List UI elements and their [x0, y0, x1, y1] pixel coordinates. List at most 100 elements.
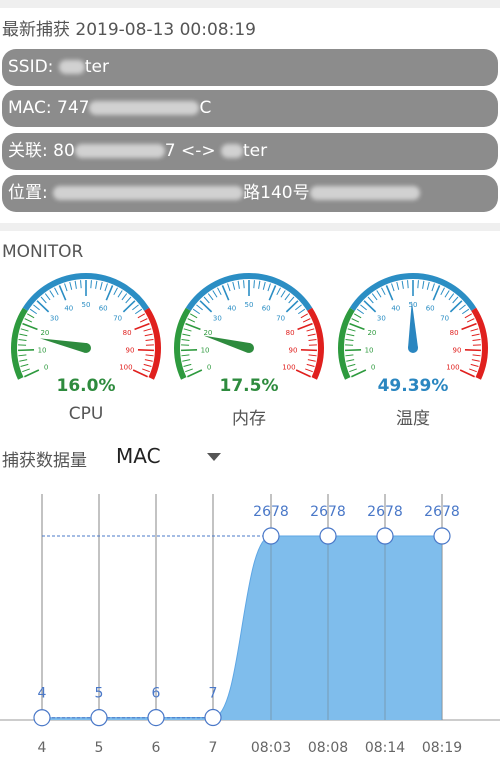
gauge-tick — [69, 281, 73, 290]
gauge-tick — [444, 290, 450, 298]
gauge-tick-label: 50 — [409, 301, 418, 309]
gauge-tick — [18, 338, 27, 341]
association-tail: ter — [243, 141, 268, 161]
gauge-tick — [345, 338, 354, 341]
gauge-tick — [432, 285, 441, 301]
gauge-tick — [407, 280, 409, 289]
chart-point — [90, 709, 108, 727]
gauge-tick — [367, 296, 374, 304]
gauge-tick-label: 60 — [99, 304, 108, 312]
chart-tick-label: 5 — [95, 740, 104, 756]
gauge-arc-band — [338, 307, 355, 380]
chart-point — [433, 527, 451, 545]
gauge-tick — [187, 318, 196, 323]
gauge-tick — [356, 308, 365, 315]
gauge-tick — [305, 368, 313, 373]
gauge-tick — [253, 280, 255, 289]
temperature-gauge-value: 49.39% — [377, 376, 449, 396]
gauge-tick-label: 90 — [289, 347, 298, 355]
gauge-arc-band — [307, 307, 324, 380]
gauge-tick-label: 70 — [113, 314, 122, 322]
chart-tick-label: 7 — [209, 740, 218, 756]
gauge-tick — [353, 313, 362, 319]
ssid-field[interactable]: SSID: ter — [2, 49, 498, 86]
gauge-tick — [145, 338, 154, 341]
gauge-tick — [461, 308, 470, 315]
gauge-tick — [33, 304, 40, 311]
gauge-tick — [139, 318, 148, 323]
mac-field[interactable]: MAC: 747 C — [2, 90, 498, 127]
gauge-tick-label: 10 — [38, 347, 47, 355]
gauge-tick — [189, 313, 198, 319]
top-divider — [0, 0, 500, 8]
temperature-gauge-label: 温度 — [396, 409, 430, 429]
chart-tick-label: 08:19 — [422, 740, 462, 756]
gauge-tick — [464, 313, 473, 319]
location-field[interactable]: 位置: 路140号 — [2, 175, 498, 212]
gauge-tick — [452, 296, 459, 304]
gauge-tick — [307, 333, 316, 337]
gauge-tick-label: 10 — [365, 347, 374, 355]
gauge-tick — [29, 308, 38, 315]
gauge-arc-band — [471, 307, 488, 380]
gauge-tick — [346, 359, 355, 362]
gauge-tick — [288, 296, 295, 304]
gauge-tick — [284, 293, 291, 301]
gauge-tick-label: 100 — [282, 364, 295, 372]
chart-tick-label: 4 — [38, 740, 47, 756]
association-field[interactable]: 关联: 80 7 <-> ter — [2, 133, 498, 170]
gauge-tick — [431, 283, 435, 292]
gauge-tick — [351, 318, 360, 323]
gauge-tick — [306, 363, 315, 367]
gauge-tick — [181, 349, 198, 352]
gauge-tick-label: 0 — [44, 364, 48, 372]
gauge-tick-label: 100 — [119, 364, 132, 372]
chart-tick-label: 6 — [152, 740, 161, 756]
location-suffix: 路140号 — [243, 183, 310, 203]
association-mid: 7 <-> — [164, 141, 222, 161]
gauge-tick — [276, 287, 281, 296]
gauge-tick — [125, 296, 132, 304]
gauge-tick — [243, 280, 245, 289]
gauge-tick-label: 0 — [371, 364, 375, 372]
gauge-tick — [262, 281, 266, 290]
gauge-tick — [349, 322, 365, 331]
capture-volume-chart: 4 4 5 5 6 6 7 7 2678 08:03 2678 08:08 2678 08:14 2678 0… — [0, 494, 500, 756]
gauge-tick — [143, 363, 152, 367]
gauge-tick — [371, 293, 378, 301]
chevron-down-icon[interactable] — [207, 453, 221, 461]
gauge-tick — [104, 283, 108, 292]
gauge-tick — [295, 304, 302, 311]
gauge-tick — [44, 293, 51, 301]
gauge-tick — [192, 308, 201, 315]
gauge-tick-label: 40 — [64, 304, 73, 312]
gauge-arc-band — [174, 307, 191, 380]
gauge-tick — [459, 304, 466, 311]
gauge-tick — [472, 354, 481, 357]
chart-data-label: 5 — [95, 686, 104, 702]
gauge-tick — [143, 328, 152, 332]
gauge-tick — [134, 322, 150, 331]
gauge-tick — [99, 281, 103, 290]
gauge-tick — [183, 328, 192, 332]
gauge-tick — [64, 283, 68, 292]
section-divider — [0, 223, 500, 231]
gauge-tick — [349, 368, 357, 373]
gauge-tick — [232, 281, 236, 290]
gauge-tick-label: 30 — [50, 314, 59, 322]
gauge-tick — [207, 293, 214, 301]
gauge-tick-label: 0 — [207, 364, 211, 372]
chart-data-label: 4 — [38, 686, 47, 702]
capture-type-select[interactable]: MAC — [116, 444, 161, 468]
gauge-hub — [408, 343, 418, 353]
gauge-tick-label: 20 — [367, 329, 376, 337]
ssid-suffix: ter — [84, 57, 109, 77]
gauge-tick — [95, 280, 98, 289]
redacted-block — [221, 144, 244, 158]
gauge-tick — [461, 322, 477, 331]
gauge-tick — [54, 287, 59, 296]
chart-data-label: 2678 — [310, 504, 346, 520]
gauge-tick — [268, 285, 277, 301]
gauge-tick — [471, 359, 480, 362]
chart-point — [319, 527, 337, 545]
